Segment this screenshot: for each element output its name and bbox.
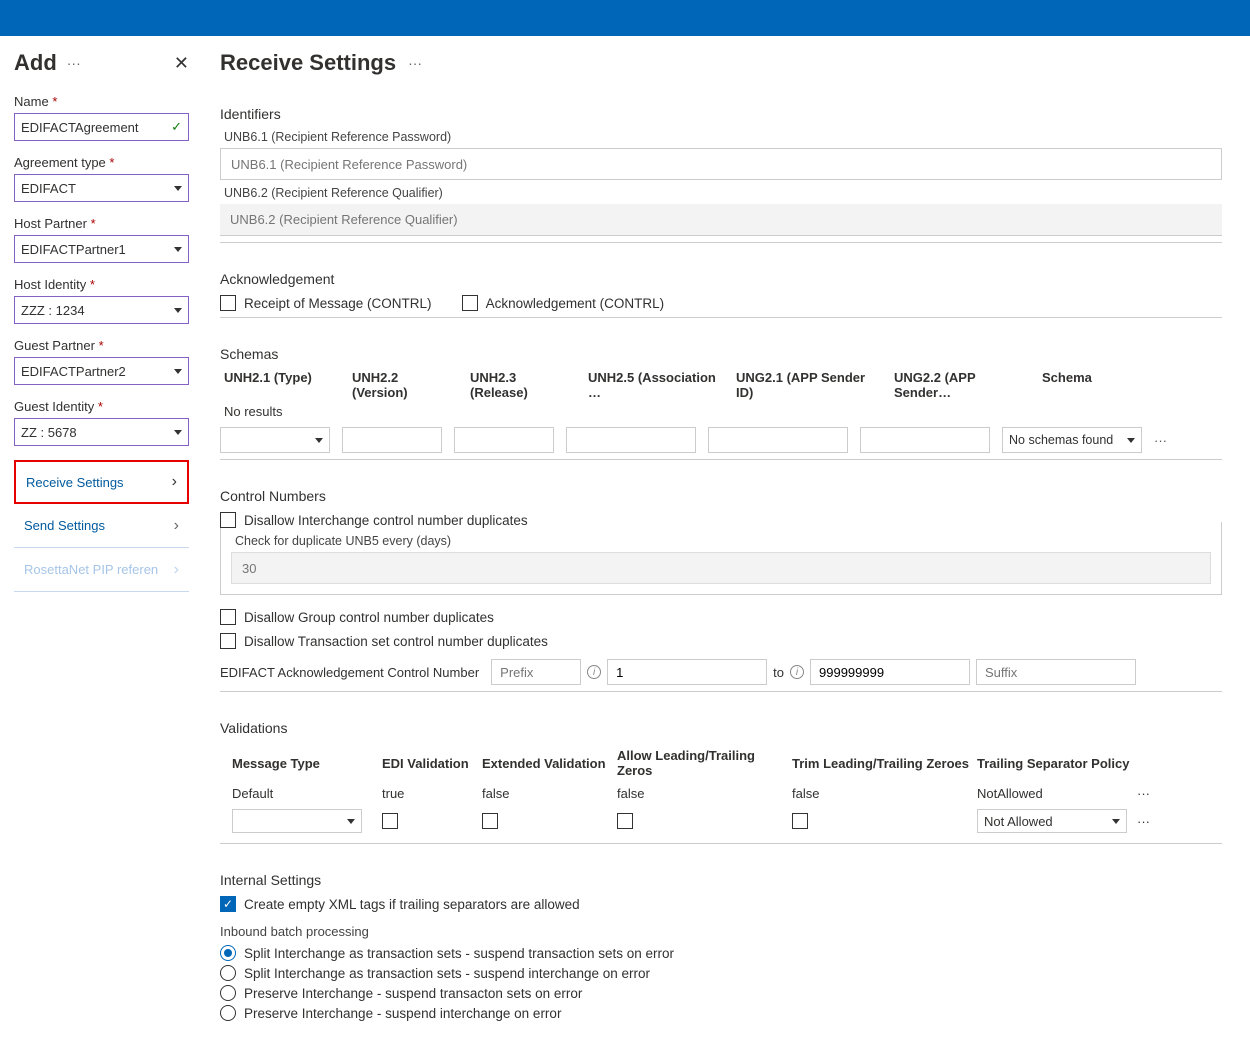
acknowledgement-section: Acknowledgement Receipt of Message (CONT…	[220, 271, 1222, 318]
info-icon[interactable]	[587, 665, 601, 679]
disallow-group-checkbox[interactable]: Disallow Group control number duplicates	[220, 609, 1222, 625]
chevron-down-icon	[174, 430, 182, 435]
close-icon[interactable]: ✕	[174, 53, 189, 74]
batch-label: Inbound batch processing	[220, 924, 1222, 939]
chevron-right-icon: ›	[172, 473, 177, 491]
schema-release-input[interactable]	[454, 427, 554, 453]
guest-identity-select[interactable]: ZZ : 5678	[14, 418, 189, 446]
name-field[interactable]: EDIFACTAgreement✓	[14, 113, 189, 141]
chevron-down-icon	[174, 247, 182, 252]
identifiers-section: Identifiers UNB6.1 (Recipient Reference …	[220, 106, 1222, 243]
control-numbers-title: Control Numbers	[220, 488, 1222, 504]
info-icon[interactable]	[790, 665, 804, 679]
msgtype-select[interactable]	[232, 809, 362, 833]
top-ribbon	[0, 0, 1250, 36]
receipt-checkbox[interactable]: Receipt of Message (CONTRL)	[220, 295, 432, 311]
chevron-down-icon	[174, 186, 182, 191]
agreement-type-select[interactable]: EDIFACT	[14, 174, 189, 202]
acn-prefix-input[interactable]	[491, 659, 581, 685]
unb61-input[interactable]	[220, 148, 1222, 180]
receive-settings-nav[interactable]: Receive Settings›	[14, 460, 189, 504]
agreement-type-label: Agreement type *	[14, 155, 189, 170]
validations-header: Message TypeEDI ValidationExtended Valid…	[220, 744, 1222, 782]
ack-checkbox[interactable]: Acknowledgement (CONTRL)	[462, 295, 665, 311]
schema-version-input[interactable]	[342, 427, 442, 453]
name-label: Name *	[14, 94, 189, 109]
batch-option-1[interactable]: Split Interchange as transaction sets - …	[220, 965, 1222, 981]
guest-identity-label: Guest Identity *	[14, 399, 189, 414]
unb61-label: UNB6.1 (Recipient Reference Password)	[224, 130, 1222, 144]
guest-partner-label: Guest Partner *	[14, 338, 189, 353]
schema-select[interactable]: No schemas found	[1002, 427, 1142, 453]
allow-zeros-checkbox[interactable]	[617, 813, 633, 829]
schema-association-input[interactable]	[566, 427, 696, 453]
page-title: Receive Settings	[220, 50, 396, 76]
check-icon: ✓	[171, 119, 182, 135]
trailing-policy-select[interactable]: Not Allowed	[977, 809, 1127, 833]
check-days-label: Check for duplicate UNB5 every (days)	[235, 534, 1211, 548]
to-label: to	[773, 665, 784, 680]
rosettanet-pip-nav[interactable]: RosettaNet PIP referen›	[14, 548, 189, 592]
empty-xml-checkbox[interactable]: ✓Create empty XML tags if trailing separ…	[220, 896, 1222, 912]
validations-row: Defaulttruefalse falsefalseNotAllowed ··…	[220, 782, 1222, 805]
chevron-right-icon: ›	[174, 517, 179, 535]
internal-settings-section: Internal Settings ✓Create empty XML tags…	[220, 872, 1222, 1021]
check-days-input[interactable]	[231, 552, 1211, 584]
add-panel: Add ··· ✕ Name * EDIFACTAgreement✓ Agree…	[0, 36, 204, 1060]
acn-to-input[interactable]	[810, 659, 970, 685]
ext-checkbox[interactable]	[482, 813, 498, 829]
control-numbers-section: Control Numbers Disallow Interchange con…	[220, 488, 1222, 692]
trim-zeros-checkbox[interactable]	[792, 813, 808, 829]
edi-checkbox[interactable]	[382, 813, 398, 829]
disallow-txn-checkbox[interactable]: Disallow Transaction set control number …	[220, 633, 1222, 649]
schemas-title: Schemas	[220, 346, 1222, 362]
more-icon[interactable]: ···	[65, 55, 83, 71]
schemas-header: UNH2.1 (Type) UNH2.2 (Version) UNH2.3 (R…	[224, 370, 1222, 400]
receive-settings-panel: Receive Settings ··· Identifiers UNB6.1 …	[204, 36, 1250, 1060]
schema-sender-input[interactable]	[860, 427, 990, 453]
batch-option-2[interactable]: Preserve Interchange - suspend transacto…	[220, 985, 1222, 1001]
identifiers-title: Identifiers	[220, 106, 1222, 122]
more-icon[interactable]: ···	[406, 55, 424, 71]
unb62-input[interactable]	[220, 204, 1222, 236]
add-title: Add	[14, 50, 57, 76]
more-icon[interactable]: ···	[1137, 814, 1161, 829]
schema-row: No schemas found ···	[220, 427, 1222, 453]
more-icon[interactable]: ···	[1154, 433, 1167, 448]
unb62-label: UNB6.2 (Recipient Reference Qualifier)	[224, 186, 1222, 200]
host-identity-label: Host Identity *	[14, 277, 189, 292]
more-icon[interactable]: ···	[1137, 786, 1161, 801]
guest-partner-select[interactable]: EDIFACTPartner2	[14, 357, 189, 385]
validations-editor-row: Not Allowed ···	[220, 805, 1222, 837]
acknowledgement-title: Acknowledgement	[220, 271, 1222, 287]
send-settings-nav[interactable]: Send Settings›	[14, 504, 189, 548]
batch-option-3[interactable]: Preserve Interchange - suspend interchan…	[220, 1005, 1222, 1021]
host-partner-label: Host Partner *	[14, 216, 189, 231]
chevron-down-icon	[174, 308, 182, 313]
schemas-section: Schemas UNH2.1 (Type) UNH2.2 (Version) U…	[220, 346, 1222, 460]
acn-label: EDIFACT Acknowledgement Control Number	[220, 665, 479, 680]
chevron-down-icon	[174, 369, 182, 374]
schema-type-select[interactable]	[220, 427, 330, 453]
host-partner-select[interactable]: EDIFACTPartner1	[14, 235, 189, 263]
batch-option-0[interactable]: Split Interchange as transaction sets - …	[220, 945, 1222, 961]
acn-from-input[interactable]	[607, 659, 767, 685]
host-identity-select[interactable]: ZZZ : 1234	[14, 296, 189, 324]
no-results-label: No results	[224, 404, 1222, 419]
chevron-right-icon: ›	[174, 561, 179, 579]
acn-suffix-input[interactable]	[976, 659, 1136, 685]
schema-sender-id-input[interactable]	[708, 427, 848, 453]
internal-settings-title: Internal Settings	[220, 872, 1222, 888]
validations-title: Validations	[220, 720, 1222, 736]
validations-section: Validations Message TypeEDI ValidationEx…	[220, 720, 1222, 844]
